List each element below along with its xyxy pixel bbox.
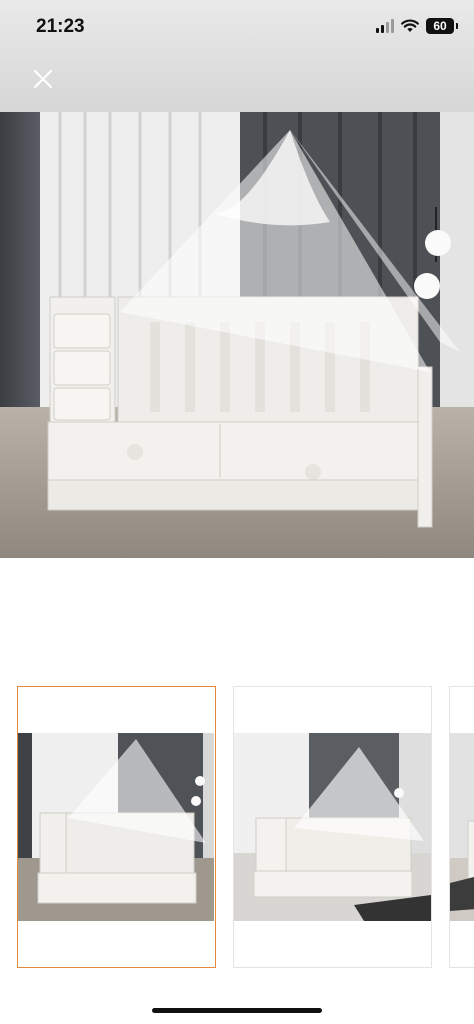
- status-icons: 60: [376, 18, 458, 34]
- battery-icon: 60: [426, 18, 458, 34]
- signal-icon: [376, 19, 394, 33]
- thumbnail-3[interactable]: [449, 686, 474, 968]
- home-indicator[interactable]: [152, 1008, 322, 1013]
- thumbnail-image: [18, 733, 214, 921]
- close-icon: [33, 69, 53, 89]
- thumbnail-image: [450, 733, 474, 921]
- top-bar: 21:23 60: [0, 0, 474, 112]
- close-button[interactable]: [28, 64, 58, 94]
- thumbnail-2[interactable]: [233, 686, 432, 968]
- battery-level: 60: [433, 19, 447, 33]
- thumbnail-image: [234, 733, 431, 921]
- status-time: 21:23: [36, 16, 85, 37]
- thumbnail-1[interactable]: [17, 686, 216, 968]
- main-product-image[interactable]: [0, 112, 474, 558]
- crib-photo: [0, 112, 474, 558]
- wifi-icon: [401, 19, 419, 32]
